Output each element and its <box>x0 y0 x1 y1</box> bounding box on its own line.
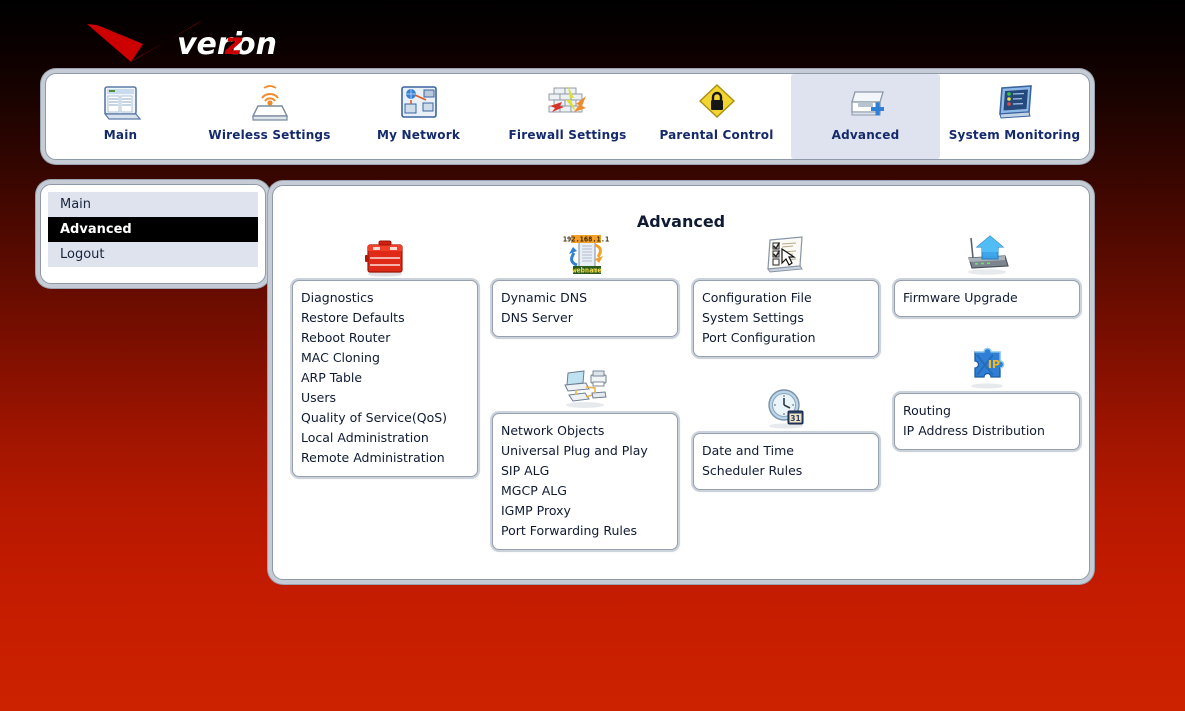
configuration-group: Configuration File System Settings Port … <box>693 232 879 357</box>
advanced-icon <box>844 82 888 124</box>
routing-group: IP Routing IP Address Distribution <box>894 345 1080 450</box>
link-universal-plug-and-play[interactable]: Universal Plug and Play <box>493 441 677 461</box>
advanced-column-1: Diagnostics Restore Defaults Reboot Rout… <box>292 232 478 485</box>
datetime-links-box: Date and Time Scheduler Rules <box>693 433 879 490</box>
configuration-checklist-icon <box>760 232 812 278</box>
link-diagnostics[interactable]: Diagnostics <box>293 288 477 308</box>
link-arp-table[interactable]: ARP Table <box>293 368 477 388</box>
calendar-day-text: 31 <box>790 414 800 423</box>
link-local-administration[interactable]: Local Administration <box>293 428 477 448</box>
dns-links-box: Dynamic DNS DNS Server <box>492 280 678 337</box>
advanced-content-panel: Advanced Diagnostics Restore Def <box>272 185 1090 580</box>
link-scheduler-rules[interactable]: Scheduler Rules <box>694 461 878 481</box>
link-system-settings[interactable]: System Settings <box>694 308 878 328</box>
link-quality-of-service[interactable]: Quality of Service(QoS) <box>293 408 477 428</box>
network-objects-links-box: Network Objects Universal Plug and Play … <box>492 413 678 550</box>
link-network-objects[interactable]: Network Objects <box>493 421 677 441</box>
link-firmware-upgrade[interactable]: Firmware Upgrade <box>895 288 1079 308</box>
link-mgcp-alg[interactable]: MGCP ALG <box>493 481 677 501</box>
link-dynamic-dns[interactable]: Dynamic DNS <box>493 288 677 308</box>
dns-group: 192.168.1.1 webname Dynamic DNS DNS Serv… <box>492 232 678 337</box>
routing-links-box: Routing IP Address Distribution <box>894 393 1080 450</box>
dns-icon-ip-text: 192.168.1.1 <box>563 236 609 244</box>
nav-tab-my-network[interactable]: My Network <box>344 74 493 159</box>
nav-tab-wireless-settings[interactable]: Wireless Settings <box>195 74 344 159</box>
firmware-links-box: Firmware Upgrade <box>894 280 1080 317</box>
network-objects-icon <box>559 365 611 411</box>
nav-tab-label: My Network <box>377 128 460 142</box>
wireless-settings-icon <box>248 82 292 124</box>
sidebar-item-main[interactable]: Main <box>48 192 258 217</box>
advanced-links-grid: Diagnostics Restore Defaults Reboot Rout… <box>273 232 1089 572</box>
link-mac-cloning[interactable]: MAC Cloning <box>293 348 477 368</box>
advanced-column-3: Configuration File System Settings Port … <box>693 232 879 498</box>
nav-tab-system-monitoring[interactable]: System Monitoring <box>940 74 1089 159</box>
link-port-configuration[interactable]: Port Configuration <box>694 328 878 348</box>
link-remote-administration[interactable]: Remote Administration <box>293 448 477 468</box>
network-objects-group: Network Objects Universal Plug and Play … <box>492 365 678 550</box>
nav-tab-label: Wireless Settings <box>208 128 330 142</box>
dns-icon: 192.168.1.1 webname <box>559 232 611 278</box>
system-monitoring-icon <box>993 82 1037 124</box>
link-port-forwarding-rules[interactable]: Port Forwarding Rules <box>493 521 677 541</box>
firmware-group: Firmware Upgrade <box>894 232 1080 317</box>
nav-tab-label: Main <box>104 128 138 142</box>
svg-text:z: z <box>224 27 243 62</box>
advanced-column-2: 192.168.1.1 webname Dynamic DNS DNS Serv… <box>492 232 678 558</box>
verizon-logo-svg: veri on z <box>85 18 295 66</box>
link-restore-defaults[interactable]: Restore Defaults <box>293 308 477 328</box>
tools-group: Diagnostics Restore Defaults Reboot Rout… <box>292 232 478 477</box>
verizon-logo: veri on z <box>85 18 295 66</box>
toolbox-icon <box>359 232 411 278</box>
firmware-upgrade-icon <box>961 232 1013 278</box>
clock-calendar-icon: 31 <box>760 385 812 431</box>
nav-tab-firewall-settings[interactable]: Firewall Settings <box>493 74 642 159</box>
configuration-links-box: Configuration File System Settings Port … <box>693 280 879 357</box>
nav-tab-main[interactable]: Main <box>46 74 195 159</box>
link-configuration-file[interactable]: Configuration File <box>694 288 878 308</box>
sidebar-item-logout[interactable]: Logout <box>48 242 258 267</box>
link-routing[interactable]: Routing <box>895 401 1079 421</box>
top-navigation-bar: Main Wireless Settings My Network <box>45 73 1090 160</box>
link-date-and-time[interactable]: Date and Time <box>694 441 878 461</box>
main-dashboard-icon <box>99 82 143 124</box>
tools-links-box: Diagnostics Restore Defaults Reboot Rout… <box>292 280 478 477</box>
firewall-settings-icon <box>546 82 590 124</box>
datetime-group: 31 Date and Time Scheduler Rules <box>693 385 879 490</box>
sidebar-item-advanced[interactable]: Advanced <box>48 217 258 242</box>
link-reboot-router[interactable]: Reboot Router <box>293 328 477 348</box>
sidebar-menu: Main Advanced Logout <box>40 184 266 284</box>
nav-tab-label: Advanced <box>832 128 900 142</box>
advanced-column-4: Firmware Upgrade IP Routing IP Address D… <box>894 232 1080 458</box>
nav-tab-advanced[interactable]: Advanced <box>791 74 940 159</box>
nav-tab-label: Parental Control <box>659 128 773 142</box>
link-dns-server[interactable]: DNS Server <box>493 308 677 328</box>
my-network-icon <box>397 82 441 124</box>
link-igmp-proxy[interactable]: IGMP Proxy <box>493 501 677 521</box>
nav-tab-parental-control[interactable]: Parental Control <box>642 74 791 159</box>
parental-control-icon <box>695 82 739 124</box>
link-sip-alg[interactable]: SIP ALG <box>493 461 677 481</box>
link-ip-address-distribution[interactable]: IP Address Distribution <box>895 421 1079 441</box>
ip-icon-text: IP <box>988 358 1000 371</box>
nav-tab-label: System Monitoring <box>949 128 1081 142</box>
ip-distribution-icon: IP <box>961 345 1013 391</box>
link-users[interactable]: Users <box>293 388 477 408</box>
nav-tab-label: Firewall Settings <box>509 128 627 142</box>
page-title: Advanced <box>273 212 1089 231</box>
dns-icon-webname-text: webname <box>572 267 602 275</box>
